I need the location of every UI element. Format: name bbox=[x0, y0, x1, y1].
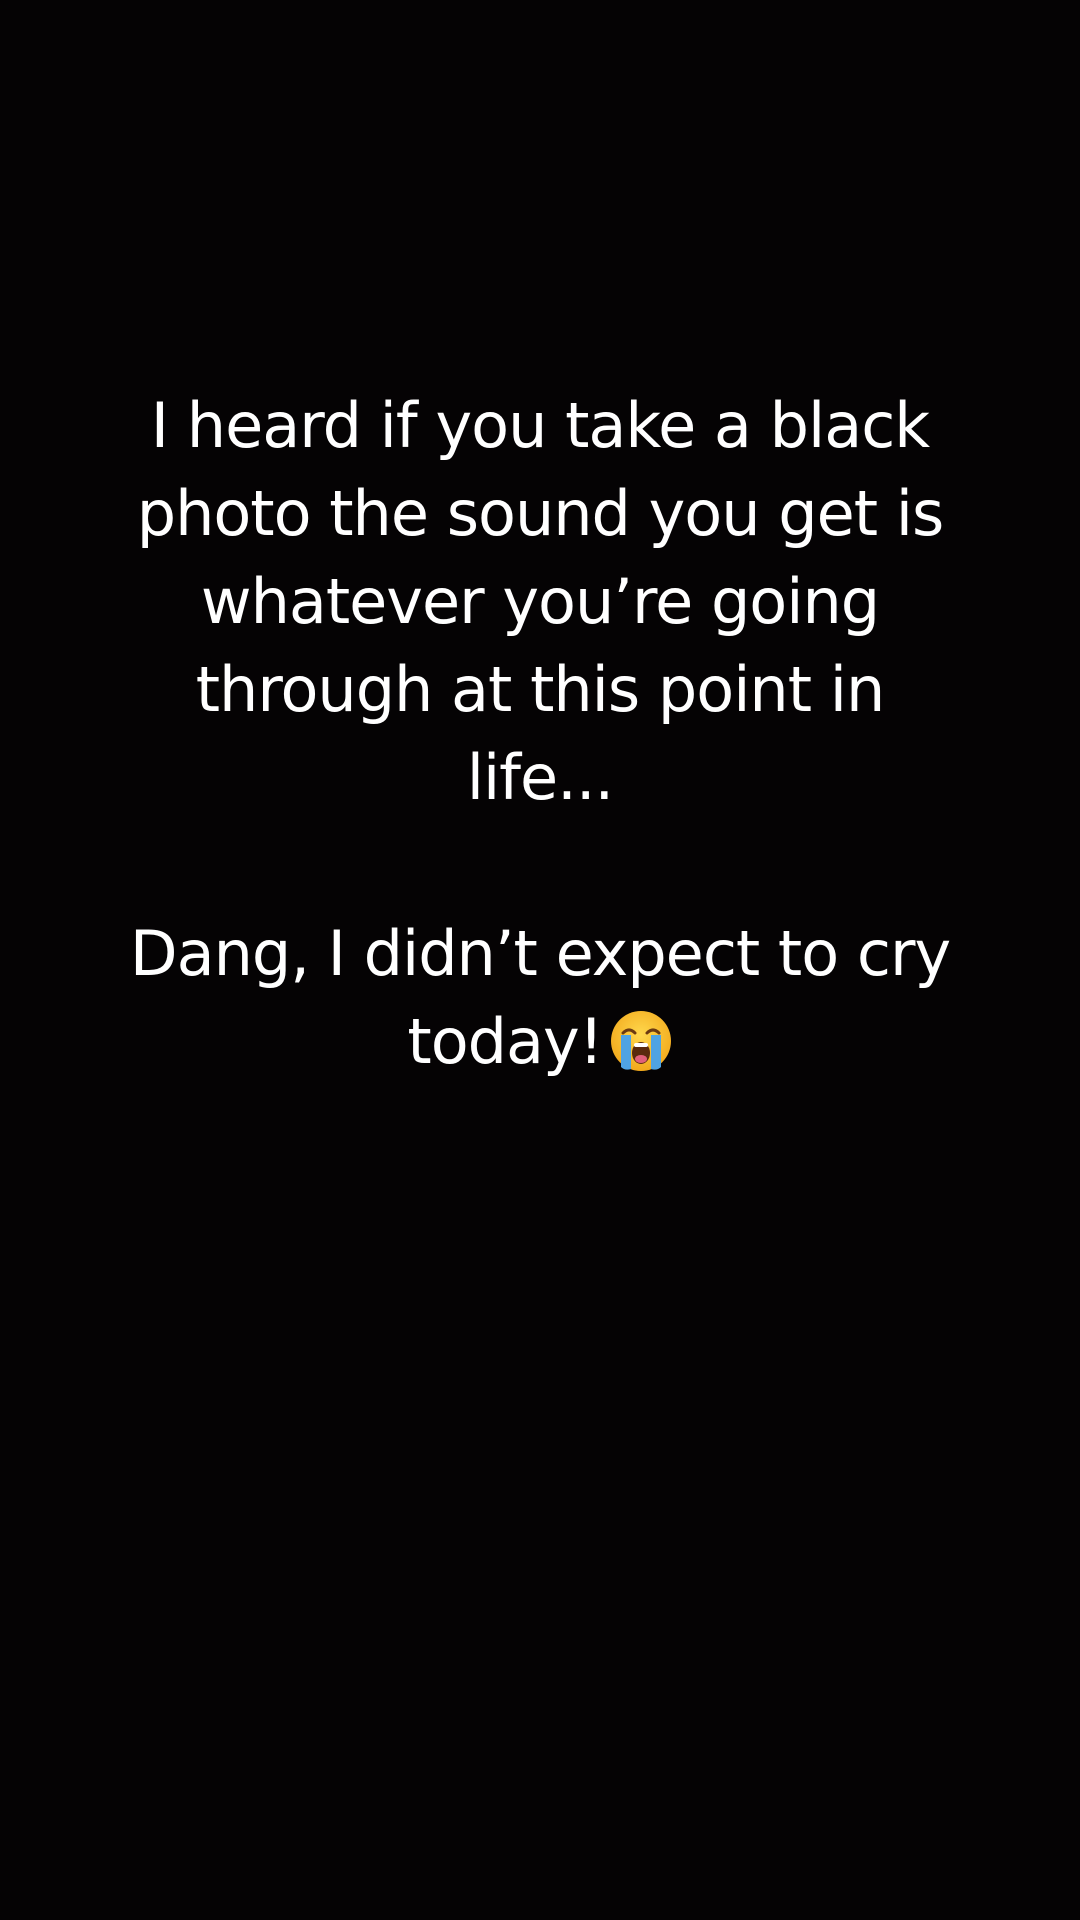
overlay-caption: I heard if you take a black photo the so… bbox=[70, 382, 1010, 1096]
caption-line-2: photo the sound you get is bbox=[136, 477, 945, 550]
caption-line-7: today! bbox=[70, 998, 1010, 1096]
caption-line-4: through at this point in bbox=[195, 653, 886, 726]
caption-line-6: Dang, I didn’t expect to cry bbox=[129, 917, 951, 990]
loudly-crying-face-icon bbox=[609, 1008, 673, 1096]
caption-line-3: whatever you’re going bbox=[200, 565, 880, 638]
caption-line-5: life... bbox=[466, 741, 615, 814]
caption-line-1: I heard if you take a black bbox=[150, 389, 930, 462]
black-screen: I heard if you take a black photo the so… bbox=[0, 0, 1080, 1920]
caption-line-7-text: today! bbox=[407, 1005, 603, 1078]
